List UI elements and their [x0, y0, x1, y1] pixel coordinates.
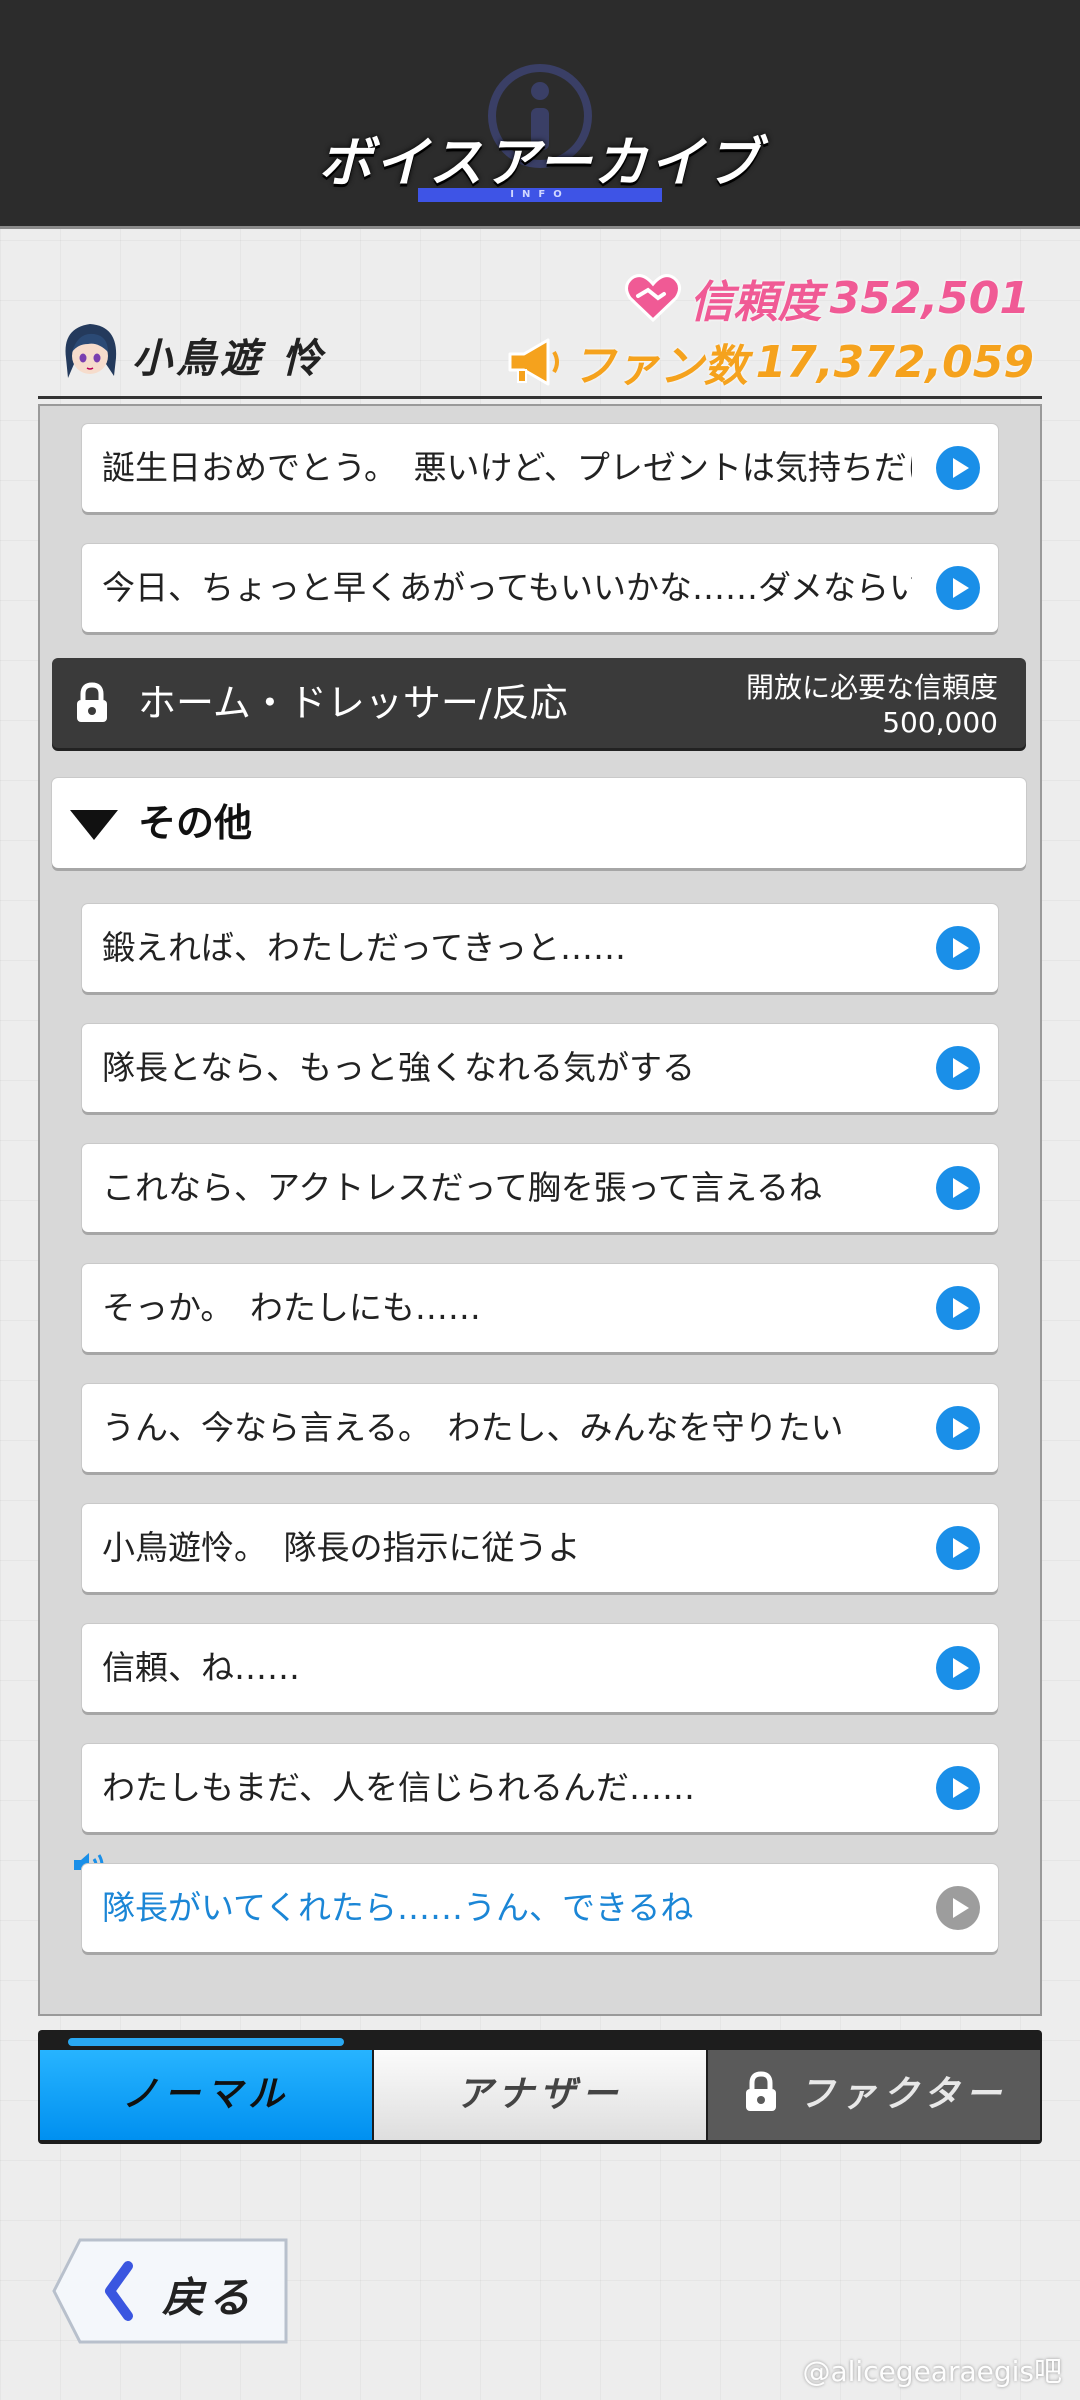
voice-text: これなら、アクトレスだって胸を張って言えるね [102, 1168, 823, 1207]
locked-section-label: ホーム・ドレッサー/反応 [138, 681, 568, 725]
play-icon[interactable] [936, 1286, 980, 1330]
header-divider [0, 226, 1080, 229]
play-icon[interactable] [936, 926, 980, 970]
info-icon-dot [531, 82, 549, 100]
voice-text: 今日、ちょっと早くあがってもいいかな……ダメならいいけど [102, 568, 912, 607]
back-label: 戻る [162, 2273, 255, 2322]
voice-text: 隊長がいてくれたら……うん、できるね [102, 1888, 694, 1927]
voice-item[interactable]: 鍛えれば、わたしだってきっと…… [82, 904, 998, 992]
voice-text: 鍛えれば、わたしだってきっと…… [102, 928, 627, 967]
play-icon[interactable] [936, 1046, 980, 1090]
voice-text: 信頼、ね…… [102, 1648, 300, 1687]
fan-value: 17,372,059 [755, 336, 1034, 388]
play-icon[interactable] [936, 1646, 980, 1690]
play-icon[interactable] [936, 1886, 980, 1930]
trust-stat: 信頼度 352,501 [624, 268, 1030, 328]
locked-section-home-dresser[interactable]: ホーム・ドレッサー/反応 開放に必要な信頼度 500,000 [52, 658, 1026, 748]
voice-text: 誕生日おめでとう。 悪いけど、プレゼントは気持ちだけ [102, 448, 912, 487]
voice-text: わたしもまだ、人を信じられるんだ…… [102, 1768, 696, 1807]
fan-label: ファン数 [571, 341, 748, 392]
watermark: @alicegearaegis吧 [802, 2355, 1062, 2388]
voice-item[interactable]: うん、今なら言える。 わたし、みんなを守りたい [82, 1384, 998, 1472]
heart-handshake-icon [624, 274, 681, 323]
page-title: ボイスアーカイブ [318, 131, 762, 194]
voice-item[interactable]: 小鳥遊怜。 隊長の指示に従うよ [82, 1504, 998, 1592]
header-bar: ボイスアーカイブ INFO [0, 0, 1080, 228]
character-name: 小鳥遊 怜 [132, 336, 326, 382]
voice-text: 小鳥遊怜。 隊長の指示に従うよ [102, 1528, 581, 1567]
trust-label: 信頼度 [689, 277, 822, 328]
play-icon[interactable] [936, 1166, 980, 1210]
play-icon[interactable] [936, 1766, 980, 1810]
back-button[interactable]: 戻る [50, 2236, 294, 2348]
play-icon[interactable] [936, 1526, 980, 1570]
megaphone-icon [508, 338, 559, 386]
play-icon[interactable] [936, 566, 980, 610]
voice-item[interactable]: これなら、アクトレスだって胸を張って言えるね [82, 1144, 998, 1232]
trust-value: 352,501 [829, 272, 1030, 324]
voice-item[interactable]: わたしもまだ、人を信じられるんだ…… [82, 1744, 998, 1832]
voice-category-tabs: ノーマル アナザー ファクター [38, 2030, 1042, 2144]
voice-item-playing[interactable]: 隊長がいてくれたら……うん、できるね [82, 1864, 998, 1952]
voice-item[interactable]: 信頼、ね…… [82, 1624, 998, 1712]
voice-item[interactable]: そっか。 わたしにも…… [82, 1264, 998, 1352]
tab-indicator [68, 2038, 344, 2046]
character-avatar [65, 324, 117, 378]
voice-item[interactable]: 今日、ちょっと早くあがってもいいかな……ダメならいいけど [82, 544, 998, 632]
section-other-header[interactable]: その他 [52, 778, 1026, 868]
fan-stat: ファン数 17,372,059 [504, 332, 1034, 392]
lock-icon [745, 2071, 776, 2111]
voice-text: 隊長となら、もっと強くなれる気がする [102, 1048, 696, 1087]
unlock-requirement-value: 500,000 [882, 706, 998, 739]
voice-item[interactable]: 誕生日おめでとう。 悪いけど、プレゼントは気持ちだけ [82, 424, 998, 512]
tab-factor[interactable]: ファクター [708, 2050, 1040, 2140]
tab-factor-label: ファクター [798, 2074, 1008, 2115]
tab-normal[interactable]: ノーマル [40, 2050, 372, 2140]
triangle-down-icon [70, 810, 118, 840]
play-icon[interactable] [936, 1406, 980, 1450]
page-subtitle-bar: INFO [418, 188, 662, 202]
section-label: その他 [138, 801, 253, 845]
tab-another[interactable]: アナザー [374, 2050, 706, 2140]
unlock-requirement-label: 開放に必要な信頼度 [745, 671, 998, 704]
page-subtitle: INFO [510, 189, 570, 200]
lock-icon [77, 682, 107, 722]
voice-text: うん、今なら言える。 わたし、みんなを守りたい [102, 1408, 844, 1447]
character-underline [38, 396, 1042, 399]
play-icon[interactable] [936, 446, 980, 490]
voice-text: そっか。 わたしにも…… [102, 1288, 481, 1327]
voice-item[interactable]: 隊長となら、もっと強くなれる気がする [82, 1024, 998, 1112]
